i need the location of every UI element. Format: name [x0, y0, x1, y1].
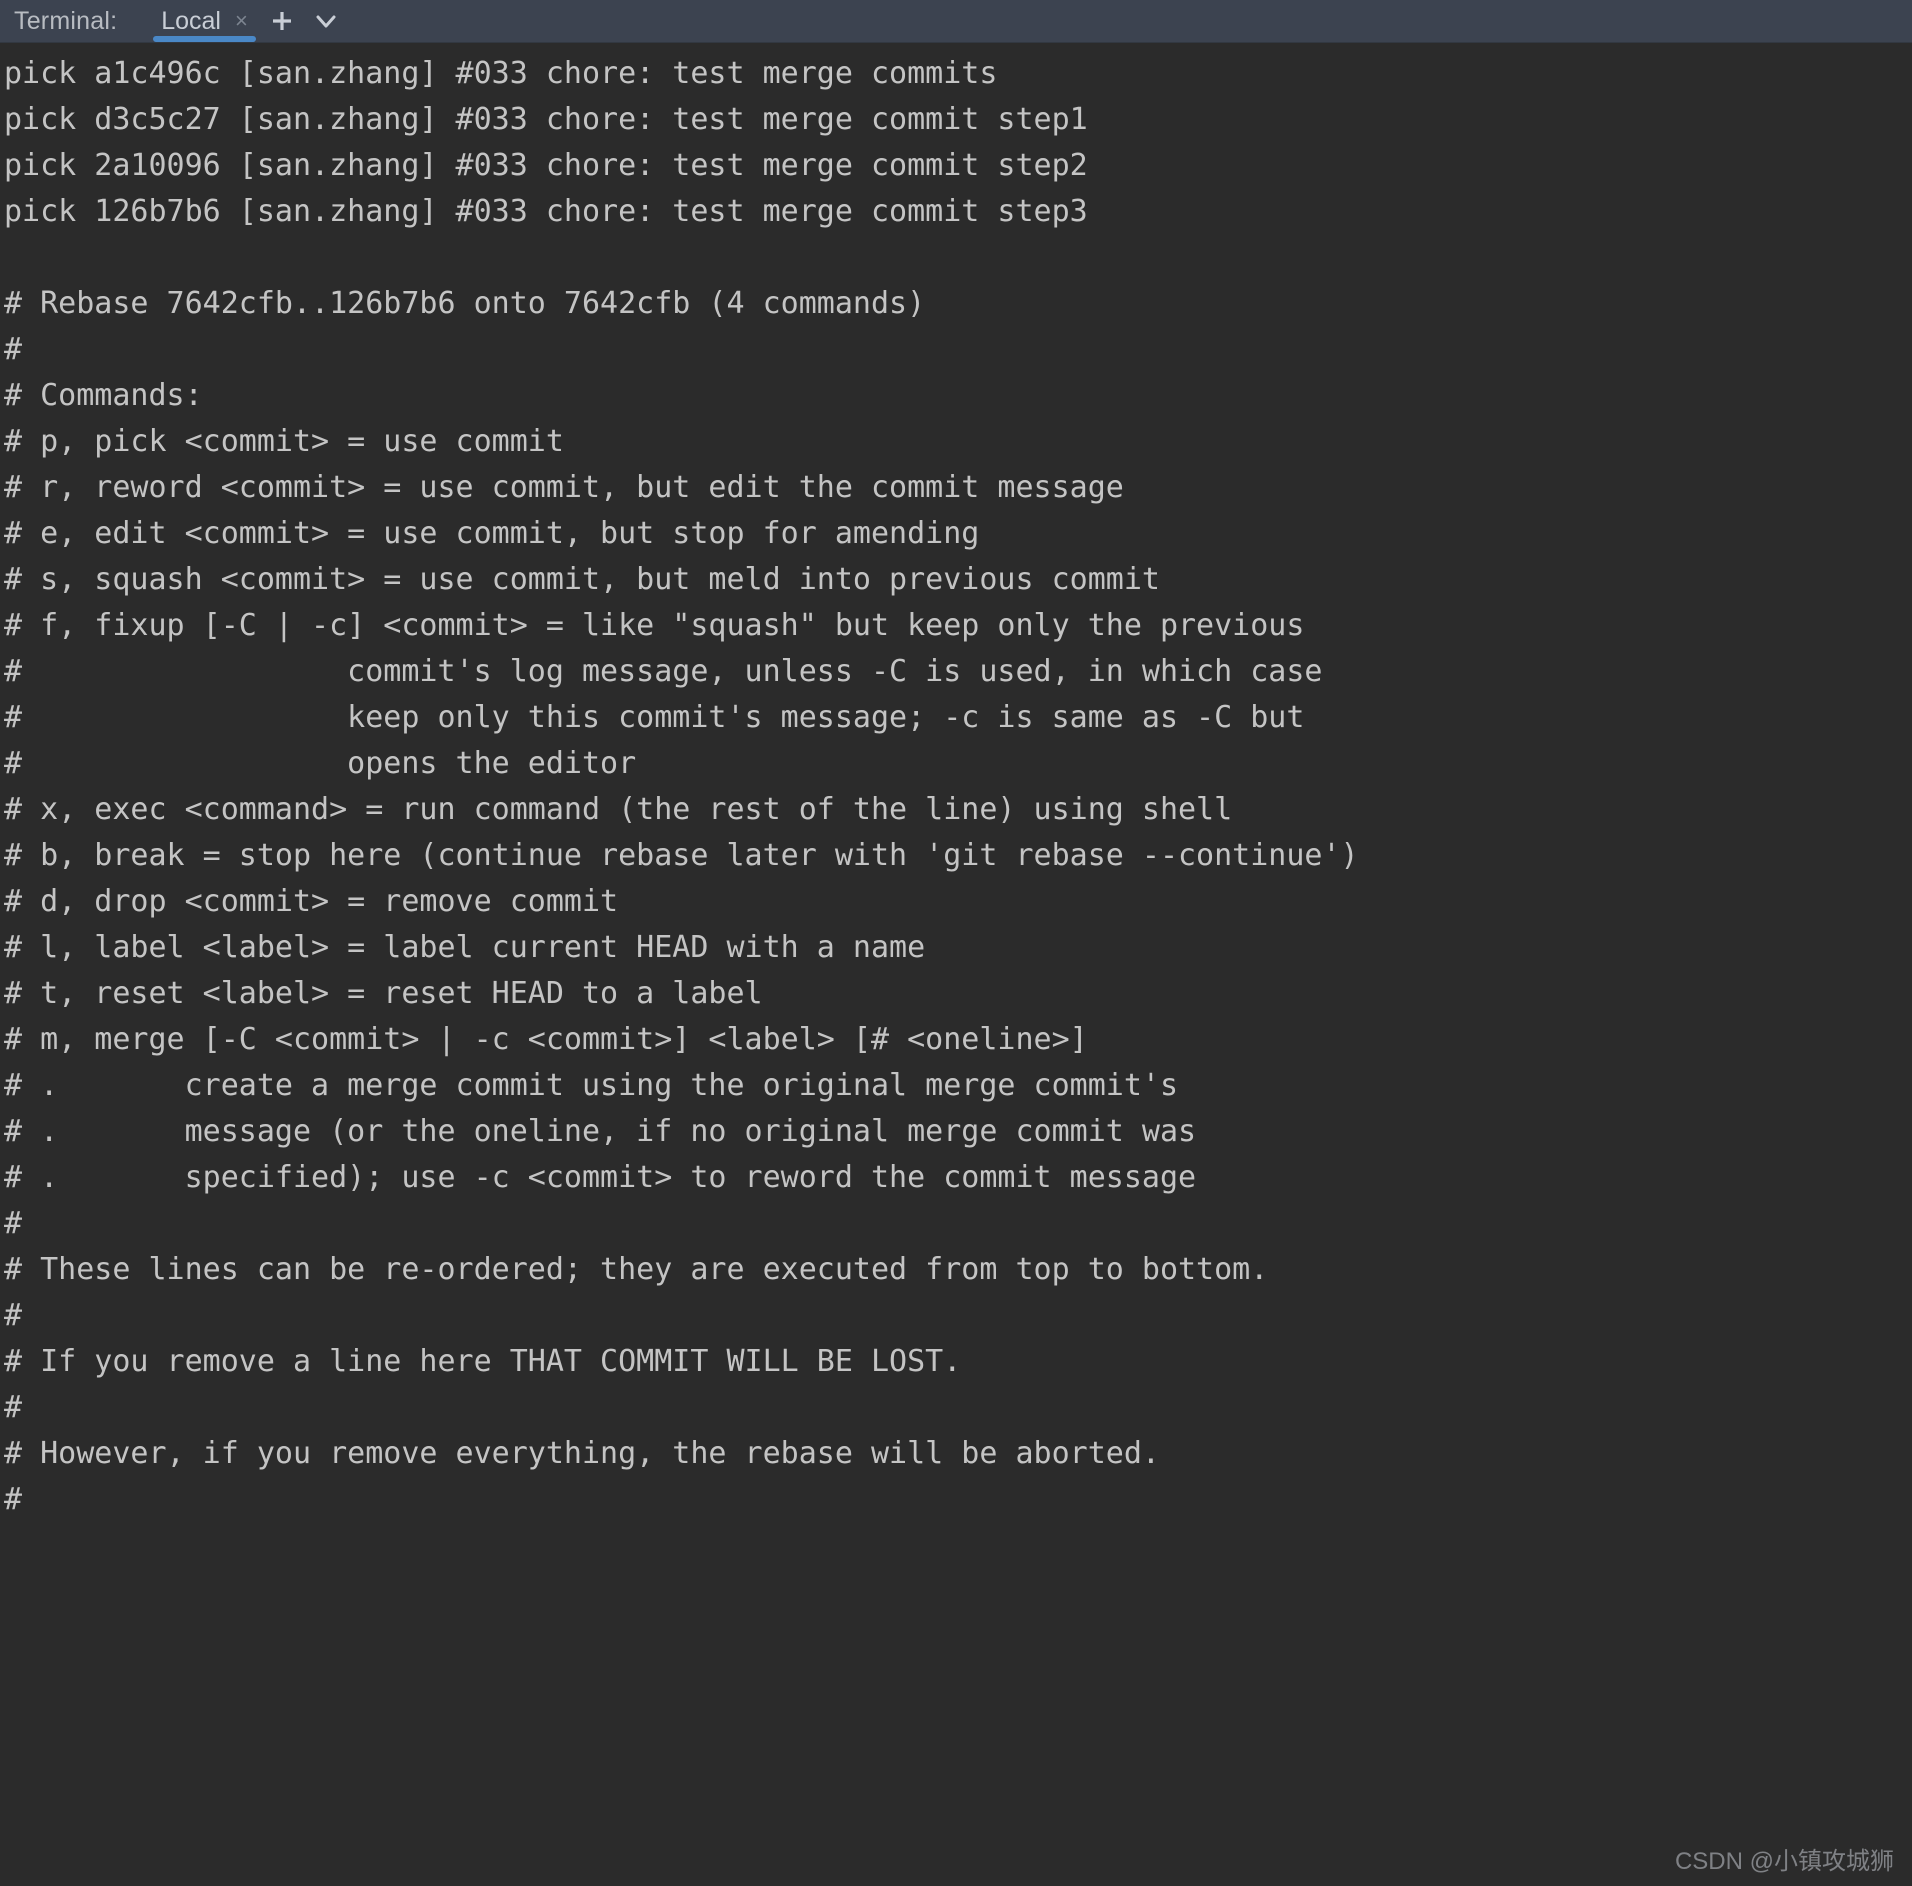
terminal-tool-window: Terminal: Local × pick a1c496c [san.zhan… — [0, 0, 1912, 1886]
terminal-line: # m, merge [-C <commit> | -c <commit>] <… — [4, 1022, 1088, 1057]
terminal-tab-strip: Local × — [147, 0, 348, 43]
terminal-line: # d, drop <commit> = remove commit — [4, 884, 619, 919]
terminal-line: pick 2a10096 [san.zhang] #033 chore: tes… — [4, 148, 1088, 183]
terminal-line: pick a1c496c [san.zhang] #033 chore: tes… — [4, 56, 998, 91]
terminal-options-dropdown-button[interactable] — [304, 0, 348, 43]
terminal-line: # p, pick <commit> = use commit — [4, 424, 564, 459]
chevron-down-icon — [312, 7, 340, 35]
terminal-line: # r, reword <commit> = use commit, but e… — [4, 470, 1124, 505]
terminal-line: # These lines can be re-ordered; they ar… — [4, 1252, 1269, 1287]
terminal-line: # . create a merge commit using the orig… — [4, 1068, 1178, 1103]
plus-icon — [269, 8, 295, 34]
terminal-line: pick d3c5c27 [san.zhang] #033 chore: tes… — [4, 102, 1088, 137]
terminal-line: # Rebase 7642cfb..126b7b6 onto 7642cfb (… — [4, 286, 926, 321]
terminal-line: # — [4, 1482, 23, 1517]
terminal-line: # — [4, 332, 23, 367]
terminal-line: # Commands: — [4, 378, 203, 413]
terminal-line: # . message (or the oneline, if no origi… — [4, 1114, 1197, 1149]
terminal-line: # — [4, 1298, 23, 1333]
terminal-line: # f, fixup [-C | -c] <commit> = like "sq… — [4, 608, 1305, 643]
terminal-tab-local[interactable]: Local × — [147, 0, 260, 43]
terminal-line: # x, exec <command> = run command (the r… — [4, 792, 1233, 827]
terminal-line: # e, edit <commit> = use commit, but sto… — [4, 516, 980, 551]
csdn-watermark: CSDN @小镇攻城狮 — [1674, 1848, 1894, 1875]
terminal-line: # If you remove a line here THAT COMMIT … — [4, 1344, 962, 1379]
terminal-line: pick 126b7b6 [san.zhang] #033 chore: tes… — [4, 194, 1088, 229]
terminal-output-area[interactable]: pick a1c496c [san.zhang] #033 chore: tes… — [0, 43, 1912, 1886]
terminal-line: # t, reset <label> = reset HEAD to a lab… — [4, 976, 763, 1011]
terminal-text-content: pick a1c496c [san.zhang] #033 chore: tes… — [4, 51, 1912, 1523]
terminal-tab-label: Local — [161, 6, 221, 35]
terminal-title-label: Terminal: — [14, 6, 118, 35]
terminal-line: # l, label <label> = label current HEAD … — [4, 930, 926, 965]
terminal-line: # — [4, 1206, 23, 1241]
terminal-line: # s, squash <commit> = use commit, but m… — [4, 562, 1160, 597]
close-icon[interactable]: × — [235, 10, 248, 32]
terminal-line: # opens the editor — [4, 746, 637, 781]
terminal-line: # b, break = stop here (continue rebase … — [4, 838, 1359, 873]
terminal-line: # However, if you remove everything, the… — [4, 1436, 1160, 1471]
terminal-header-bar: Terminal: Local × — [0, 0, 1912, 43]
new-terminal-tab-button[interactable] — [260, 0, 304, 43]
terminal-line: # — [4, 1390, 23, 1425]
terminal-line: # commit's log message, unless -C is use… — [4, 654, 1323, 689]
terminal-line: # . specified); use -c <commit> to rewor… — [4, 1160, 1197, 1195]
terminal-line: # keep only this commit's message; -c is… — [4, 700, 1305, 735]
